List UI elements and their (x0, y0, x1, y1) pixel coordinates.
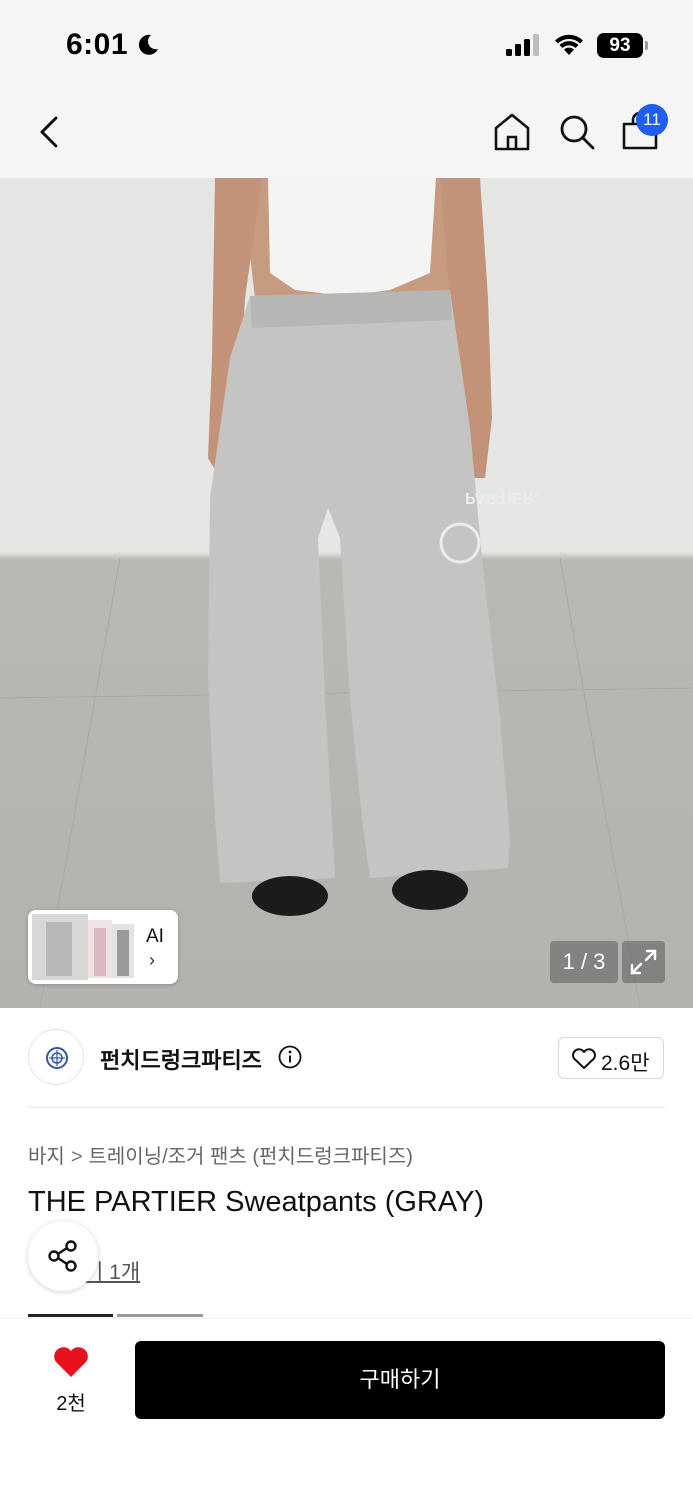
top-nav: 11 (0, 90, 693, 178)
breadcrumb-separator: > (70, 1146, 83, 1168)
share-icon (48, 1240, 77, 1272)
back-chevron-icon[interactable] (32, 112, 68, 152)
breadcrumb-category[interactable]: 바지 (28, 1146, 65, 1168)
brand-name[interactable]: 펀치드렁크파티즈 (100, 1043, 262, 1075)
ai-thumbnails (32, 914, 134, 980)
thumbnail-1[interactable] (28, 1314, 113, 1317)
signal-icon (506, 34, 539, 56)
status-time: 6:01 (66, 28, 129, 61)
expand-icon (630, 949, 657, 975)
divider (28, 1107, 665, 1108)
svg-text:PARTIER.: PARTIER. (465, 489, 538, 506)
search-icon[interactable] (555, 110, 599, 154)
home-icon[interactable] (490, 110, 534, 154)
heart-filled-icon[interactable] (52, 1345, 90, 1379)
wifi-icon (555, 34, 583, 55)
bottom-action-bar: 2천 구매하기 (0, 1318, 693, 1500)
heart-outline-icon (572, 1048, 596, 1069)
brand-logo[interactable] (28, 1029, 84, 1085)
cart-count-badge: 11 (636, 104, 668, 136)
brand-emblem-icon (46, 1047, 68, 1069)
info-icon[interactable] (278, 1045, 302, 1069)
product-title: THE PARTIER Sweatpants (GRAY) (28, 1186, 485, 1218)
battery-indicator: 93 (597, 33, 643, 58)
battery-cap (645, 41, 648, 50)
breadcrumb: 바지 > 트레이닝/조거 팬츠 (펀치드렁크파티즈) (28, 1140, 413, 1169)
product-image-gallery[interactable]: PARTIER. AI › 1 / 3 (0, 178, 693, 1008)
image-pager: 1 / 3 (550, 941, 618, 983)
ai-styling-card[interactable]: AI › (28, 910, 178, 984)
chevron-right-icon: › (149, 950, 155, 970)
product-photo: PARTIER. (0, 178, 693, 1008)
buy-button[interactable]: 구매하기 (135, 1341, 665, 1419)
brand-like-button[interactable]: 2.6만 (558, 1037, 664, 1079)
expand-button[interactable] (622, 941, 665, 983)
share-button[interactable] (28, 1221, 98, 1291)
status-bar: 6:01 93 (0, 0, 693, 90)
brand-like-count: 2.6만 (601, 1052, 650, 1075)
moon-icon (138, 34, 158, 55)
ai-label: AI (146, 926, 164, 947)
wish-count: 2천 (56, 1393, 86, 1415)
breadcrumb-subcategory[interactable]: 트레이닝/조거 팬츠 (펀치드렁크파티즈) (89, 1146, 413, 1168)
thumbnail-2[interactable] (117, 1314, 203, 1317)
